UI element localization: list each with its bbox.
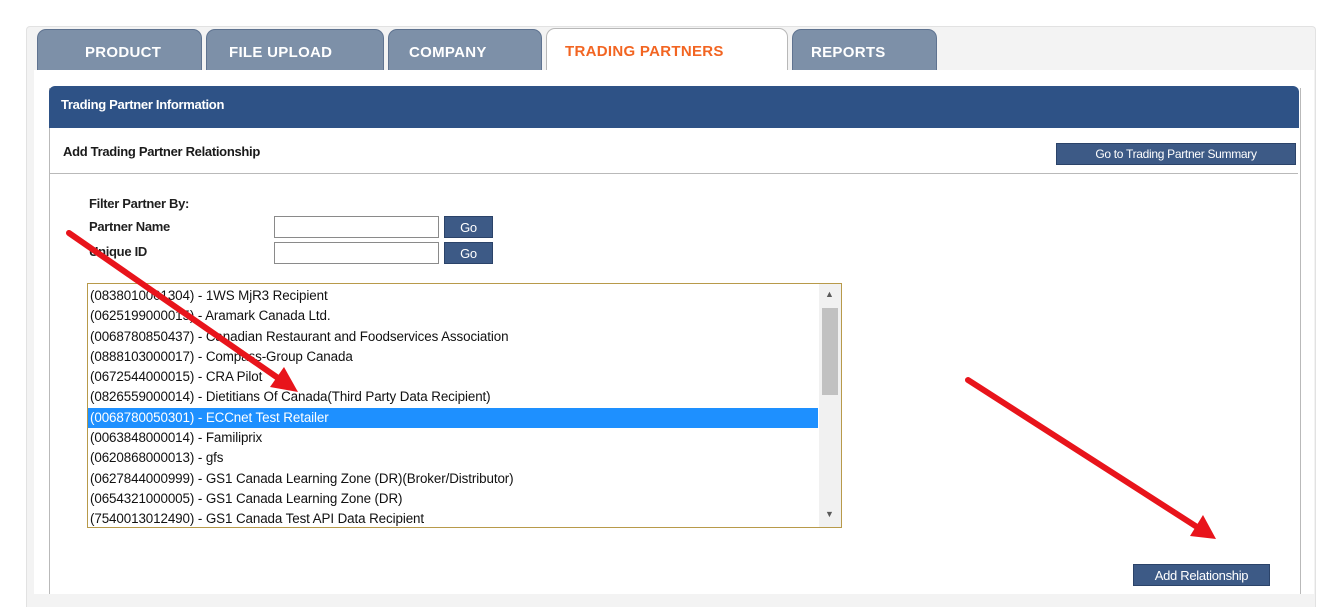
partner-option[interactable]: (0068780850437) - Canadian Restaurant an… <box>88 327 841 347</box>
partner-option-selected[interactable]: (0068780050301) - ECCnet Test Retailer <box>88 407 818 429</box>
filter-heading: Filter Partner By: <box>89 196 190 211</box>
partner-option[interactable]: (0672544000015) - CRA Pilot <box>88 367 841 387</box>
partner-option[interactable]: (0888103000017) - Compass-Group Canada <box>88 347 841 367</box>
subheader-bar: Add Trading Partner Relationship Go to T… <box>50 128 1298 174</box>
unique-id-go-button[interactable]: Go <box>444 242 493 264</box>
partner-name-go-button[interactable]: Go <box>444 216 493 238</box>
partner-option[interactable]: (0627844000999) - GS1 Canada Learning Zo… <box>88 469 841 489</box>
listbox-scrollbar[interactable]: ▲ ▼ <box>819 284 841 527</box>
scroll-down-icon[interactable]: ▼ <box>825 509 834 519</box>
section-title: Trading Partner Information <box>61 97 225 112</box>
partner-option[interactable]: (0826559000014) - Dietitians Of Canada(T… <box>88 387 841 407</box>
scrollbar-thumb[interactable] <box>822 308 838 395</box>
tab-company[interactable]: COMPANY <box>388 29 542 71</box>
partner-option[interactable]: (7540013012490) - GS1 Canada Test API Da… <box>88 509 841 527</box>
partner-name-input[interactable] <box>274 216 439 238</box>
add-relationship-button[interactable]: Add Relationship <box>1133 564 1270 586</box>
go-to-summary-button[interactable]: Go to Trading Partner Summary <box>1056 143 1296 165</box>
partner-option[interactable]: (0838010001304) - 1WS MjR3 Recipient <box>88 286 841 306</box>
partner-option[interactable]: (0654321000005) - GS1 Canada Learning Zo… <box>88 489 841 509</box>
tab-trading-partners[interactable]: TRADING PARTNERS <box>546 28 788 72</box>
partner-name-label: Partner Name <box>89 219 170 234</box>
partner-listbox[interactable]: (0838010001304) - 1WS MjR3 Recipient (06… <box>87 283 842 528</box>
partner-option[interactable]: (0063848000014) - Familiprix <box>88 428 841 448</box>
unique-id-input[interactable] <box>274 242 439 264</box>
partner-option[interactable]: (0625199000015) - Aramark Canada Ltd. <box>88 306 841 326</box>
scroll-up-icon[interactable]: ▲ <box>825 289 834 299</box>
tab-reports[interactable]: REPORTS <box>792 29 937 71</box>
section-header: Trading Partner Information <box>49 86 1299 128</box>
partner-option[interactable]: (0620868000013) - gfs <box>88 448 841 468</box>
tab-product[interactable]: PRODUCT <box>37 29 202 71</box>
subheader-title: Add Trading Partner Relationship <box>63 144 260 159</box>
unique-id-label: Unique ID <box>89 244 147 259</box>
tab-file-upload[interactable]: FILE UPLOAD <box>206 29 384 71</box>
